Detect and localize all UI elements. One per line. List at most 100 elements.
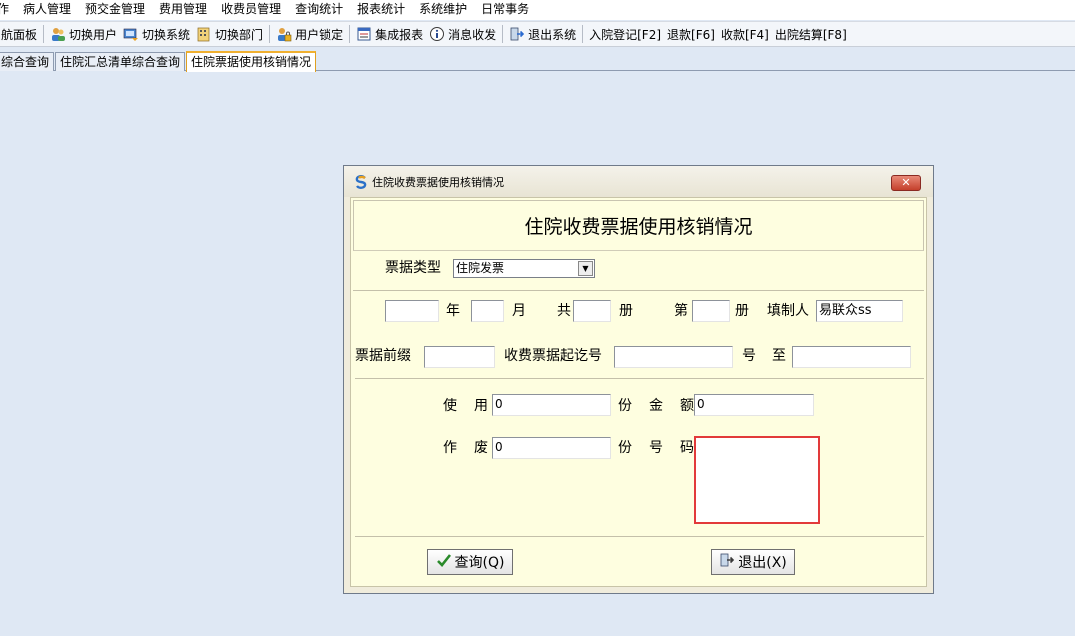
app-logo-icon bbox=[354, 174, 368, 189]
users-icon bbox=[50, 26, 66, 42]
used-label-char2: 用 bbox=[474, 398, 488, 414]
menu-item-work[interactable]: 作 bbox=[0, 0, 16, 20]
lock-user-icon bbox=[276, 26, 292, 42]
collect-payment-button[interactable]: 收款[F4] bbox=[718, 23, 772, 45]
toolbar-label: 集成报表 bbox=[375, 27, 424, 42]
switch-system-button[interactable]: 切换系统 bbox=[120, 23, 193, 45]
menu-item-cashier[interactable]: 收费员管理 bbox=[214, 0, 288, 20]
dialog-title: 住院收费票据使用核销情况 bbox=[372, 175, 504, 189]
volume-unit-label: 册 bbox=[619, 303, 633, 319]
maker-input[interactable]: 易联众ss bbox=[816, 300, 903, 322]
start-number-label: 收费票据起讫号 bbox=[504, 348, 602, 364]
month-label: 月 bbox=[512, 303, 526, 319]
toolbar-separator bbox=[582, 25, 584, 43]
ticket-usage-dialog: 住院收费票据使用核销情况 ✕ 住院收费票据使用核销情况 票据类型 住院发票 ▼ … bbox=[343, 165, 934, 594]
tab-bar: 综合查询 住院汇总清单综合查询 住院票据使用核销情况 bbox=[0, 50, 1075, 72]
toolbar-label: 入院登记[F2] bbox=[589, 27, 662, 42]
tab-inpatient-summary-query[interactable]: 住院汇总清单综合查询 bbox=[55, 52, 186, 71]
toolbar-label: 消息收发 bbox=[448, 27, 497, 42]
toolbar-separator bbox=[269, 25, 271, 43]
menu-item-query[interactable]: 查询统计 bbox=[288, 0, 350, 20]
toolbar-label: 收款[F4] bbox=[720, 27, 769, 42]
used-label-char1: 使 bbox=[443, 398, 457, 414]
report-icon bbox=[356, 26, 372, 42]
volume-unit-label: 册 bbox=[735, 303, 749, 319]
menu-item-fees[interactable]: 费用管理 bbox=[152, 0, 214, 20]
numbers-label-char2: 码 bbox=[680, 440, 694, 456]
end-number-input[interactable] bbox=[792, 346, 911, 368]
menu-item-reports[interactable]: 报表统计 bbox=[350, 0, 412, 20]
toolbar-label: 切换部门 bbox=[215, 27, 264, 42]
amount-label-char2: 额 bbox=[680, 398, 694, 414]
month-input[interactable] bbox=[471, 300, 504, 322]
divider bbox=[355, 378, 924, 379]
toolbar-separator bbox=[349, 25, 351, 43]
ticket-type-value: 住院发票 bbox=[456, 261, 505, 275]
toolbar-separator bbox=[502, 25, 504, 43]
exit-system-button[interactable]: 退出系统 bbox=[506, 23, 579, 45]
toolbar-label: 出院结算[F8] bbox=[774, 27, 847, 42]
discharge-settlement-button[interactable]: 出院结算[F8] bbox=[772, 23, 850, 45]
start-number-input[interactable] bbox=[614, 346, 733, 368]
close-button[interactable]: ✕ bbox=[891, 175, 921, 191]
maker-label: 填制人 bbox=[767, 303, 809, 319]
void-label-char1: 作 bbox=[443, 440, 457, 456]
toolbar-label: 退款[F6] bbox=[667, 27, 715, 42]
messages-button[interactable]: 消息收发 bbox=[426, 23, 499, 45]
total-label: 共 bbox=[557, 303, 571, 319]
switch-department-button[interactable]: 切换部门 bbox=[193, 23, 266, 45]
year-label: 年 bbox=[446, 303, 460, 319]
copies-unit-label: 份 bbox=[618, 440, 632, 456]
switch-system-icon bbox=[123, 26, 139, 42]
dialog-body: 住院收费票据使用核销情况 票据类型 住院发票 ▼ 年 月 共 册 第 册 填制人… bbox=[350, 197, 927, 587]
tab-comprehensive-query[interactable]: 综合查询 bbox=[0, 52, 55, 71]
menu-item-deposit[interactable]: 预交金管理 bbox=[78, 0, 152, 20]
copies-unit-label: 份 bbox=[618, 398, 632, 414]
refund-button[interactable]: 退款[F6] bbox=[664, 23, 718, 45]
menu-item-daily[interactable]: 日常事务 bbox=[474, 0, 536, 20]
switch-user-button[interactable]: 切换用户 bbox=[47, 23, 120, 45]
toolbar-nav-panel-button[interactable]: 航面板 bbox=[0, 23, 40, 45]
query-button-label: 查询(Q) bbox=[454, 555, 505, 571]
ticket-type-select[interactable]: 住院发票 ▼ bbox=[453, 259, 595, 278]
used-count-input[interactable]: 0 bbox=[492, 394, 611, 416]
toolbar-label: 用户锁定 bbox=[295, 27, 344, 42]
ticket-prefix-input[interactable] bbox=[424, 346, 495, 368]
numbers-label-char1: 号 bbox=[649, 440, 663, 456]
amount-label-char1: 金 bbox=[649, 398, 663, 414]
exit-button-label: 退出(X) bbox=[738, 555, 787, 571]
integrated-report-button[interactable]: 集成报表 bbox=[353, 23, 426, 45]
menu-item-patient[interactable]: 病人管理 bbox=[16, 0, 78, 20]
toolbar-label: 航面板 bbox=[1, 27, 38, 42]
year-input[interactable] bbox=[385, 300, 439, 322]
query-button[interactable]: 查询(Q) bbox=[427, 549, 513, 575]
to-label: 至 bbox=[772, 348, 786, 364]
checkmark-icon bbox=[436, 552, 452, 572]
total-volumes-input[interactable] bbox=[573, 300, 611, 322]
lock-user-button[interactable]: 用户锁定 bbox=[273, 23, 346, 45]
admission-register-button[interactable]: 入院登记[F2] bbox=[586, 23, 664, 45]
tab-ticket-usage[interactable]: 住院票据使用核销情况 bbox=[186, 51, 317, 72]
volume-number-input[interactable] bbox=[692, 300, 730, 322]
exit-icon bbox=[509, 26, 525, 42]
divider bbox=[355, 536, 924, 537]
void-count-input[interactable]: 0 bbox=[492, 437, 611, 459]
toolbar: 航面板 切换用户 切换系统 切换部门 用户锁定 集成报表 消息收发 退出系统 入… bbox=[0, 21, 1075, 47]
ticket-prefix-label: 票据前缀 bbox=[355, 348, 411, 364]
exit-button[interactable]: 退出(X) bbox=[711, 549, 795, 575]
menu-bar: 作 病人管理 预交金管理 费用管理 收费员管理 查询统计 报表统计 系统维护 日… bbox=[0, 0, 1075, 20]
amount-input[interactable]: 0 bbox=[694, 394, 814, 416]
department-icon bbox=[196, 26, 212, 42]
toolbar-label: 退出系统 bbox=[528, 27, 577, 42]
chevron-down-icon[interactable]: ▼ bbox=[578, 261, 593, 276]
void-label-char2: 废 bbox=[474, 440, 488, 456]
exit-door-icon bbox=[719, 552, 735, 572]
void-numbers-textarea[interactable] bbox=[694, 436, 820, 524]
toolbar-label: 切换系统 bbox=[142, 27, 191, 42]
divider bbox=[353, 290, 924, 291]
number-suffix-label: 号 bbox=[742, 348, 756, 364]
dialog-title-bar[interactable]: 住院收费票据使用核销情况 ✕ bbox=[344, 166, 933, 197]
menu-item-system[interactable]: 系统维护 bbox=[412, 0, 474, 20]
info-icon bbox=[429, 26, 445, 42]
toolbar-separator bbox=[43, 25, 45, 43]
